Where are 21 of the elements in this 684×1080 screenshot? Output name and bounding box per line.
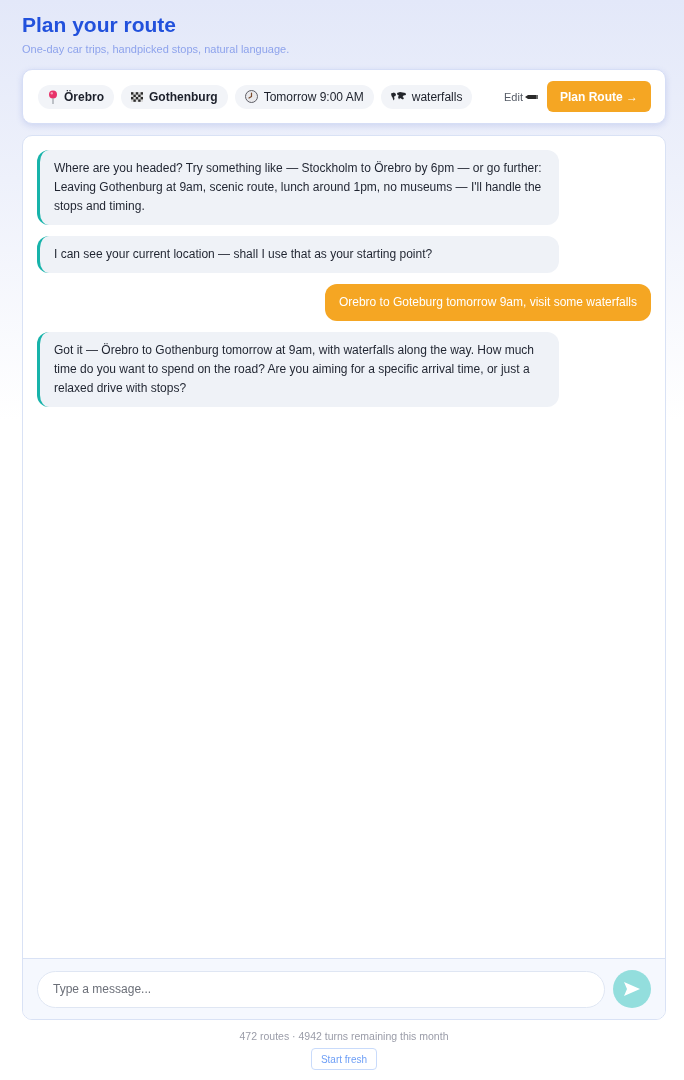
clock-icon (244, 90, 258, 103)
page-subtitle: One-day car trips, handpicked stops, natural language. (22, 42, 291, 57)
chip-label: Gothenburg (149, 89, 218, 104)
usage-text: 472 routes · 4942 turns remaining this month (239, 1029, 449, 1043)
chip-label: waterfalls (411, 89, 463, 104)
start-fresh-button[interactable]: Start fresh (310, 1048, 378, 1070)
world-map-icon (390, 92, 406, 101)
assistant-message: Got it — Örebro to Gothenburg tomorrow at 9am, with waterfalls along the way. How much time do you want to spend on the road? Are you aiming for a specific arrival time, or just a relaxed drive with stops? (37, 332, 559, 407)
assistant-message: I can see your current location — shall I use that as your starting point? (37, 236, 559, 273)
message-input[interactable]: Type a message... (37, 970, 605, 1008)
edit-button[interactable]: Edit (502, 88, 540, 105)
pencil-icon (525, 93, 538, 100)
checkered-flag-icon (131, 91, 143, 102)
plan-route-button[interactable]: Plan Route → (547, 81, 651, 112)
send-icon (624, 982, 640, 996)
chip-label: Tomorrow 9:00 AM (263, 89, 364, 104)
page-title: Plan your route (22, 12, 178, 38)
user-message: Orebro to Goteburg tomorrow 9am, visit some waterfalls (324, 284, 651, 321)
assistant-message: Where are you headed? Try something like — Stockholm to Örebro by 6pm — or go further: Leaving Gothenburg at 9am, scenic route, lunch around 1pm, no museums — I'll handle the stops and timing. (37, 150, 559, 225)
map-pin-icon (48, 89, 58, 104)
chip-label: Örebro (64, 89, 104, 104)
